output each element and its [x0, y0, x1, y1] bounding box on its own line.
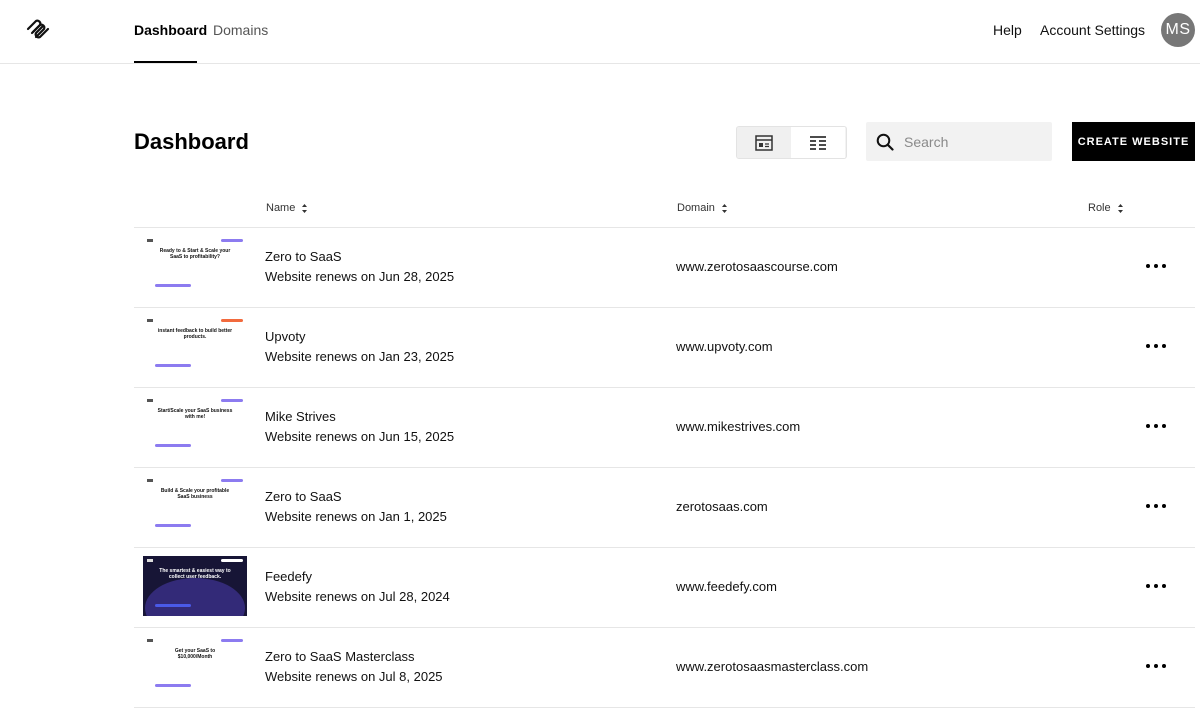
- more-dot: [1146, 344, 1150, 348]
- website-name[interactable]: Mike Strives: [265, 409, 336, 425]
- more-dot: [1146, 504, 1150, 508]
- thumbnail-headline: Build & Scale your profitable SaaS busin…: [160, 488, 230, 500]
- column-header-role[interactable]: Role: [1088, 202, 1124, 215]
- more-dot: [1162, 264, 1166, 268]
- column-header-domain[interactable]: Domain: [677, 202, 728, 215]
- table-row[interactable]: The smartest & easiest way to collect us…: [134, 548, 1195, 628]
- renewal-date: Website renews on Jun 15, 2025: [265, 429, 455, 444]
- website-name[interactable]: Upvoty: [265, 329, 305, 345]
- help-link[interactable]: Help: [993, 21, 1022, 39]
- column-header-label: Role: [1088, 202, 1111, 214]
- website-domain: zerotosaas.com: [676, 499, 768, 514]
- more-dot: [1162, 664, 1166, 668]
- search-box: [866, 122, 1052, 161]
- website-domain: www.zerotosaasmasterclass.com: [676, 659, 869, 674]
- squarespace-logo-icon[interactable]: [24, 17, 52, 41]
- renewal-date: Website renews on Jan 1, 2025: [265, 509, 447, 524]
- sort-icon: [721, 204, 727, 213]
- website-domain: www.feedefy.com: [676, 579, 777, 594]
- renewal-date: Website renews on Jun 28, 2025: [265, 269, 455, 284]
- active-tab-indicator: [134, 61, 197, 63]
- sort-icon: [1117, 204, 1123, 213]
- thumbnail-preview: [143, 476, 247, 536]
- more-dot: [1162, 584, 1166, 588]
- table-row[interactable]: Start/Scale your SaaS business with me! M…: [134, 388, 1195, 468]
- thumbnail-preview: [143, 556, 247, 616]
- renewal-date: Website renews on Jan 23, 2025: [265, 349, 455, 364]
- thumbnail-preview: [143, 236, 247, 296]
- website-thumbnail[interactable]: Build & Scale your profitable SaaS busin…: [143, 476, 247, 536]
- more-dot: [1146, 664, 1150, 668]
- more-dot: [1154, 424, 1158, 428]
- more-dot: [1154, 664, 1158, 668]
- more-dot: [1162, 424, 1166, 428]
- column-header-name[interactable]: Name: [266, 202, 308, 215]
- thumbnail-preview: [143, 396, 247, 456]
- more-dot: [1154, 344, 1158, 348]
- more-dot: [1146, 584, 1150, 588]
- table-row[interactable]: Get your SaaS to $10,000/Month Zero to Sa…: [134, 628, 1195, 708]
- renewal-date: Website renews on Jul 8, 2025: [265, 669, 443, 684]
- more-options-icon[interactable]: [1144, 415, 1168, 435]
- more-dot: [1146, 264, 1150, 268]
- website-name[interactable]: Zero to SaaS Masterclass: [265, 649, 415, 665]
- search-input[interactable]: [904, 122, 1044, 161]
- thumbnail-preview: [143, 636, 247, 696]
- top-navigation: Dashboard Domains Help Account Settings …: [0, 0, 1200, 64]
- more-options-icon[interactable]: [1144, 655, 1168, 675]
- more-options-icon[interactable]: [1144, 335, 1168, 355]
- thumbnail-headline: Ready to & Start & Scale your SaaS to pr…: [159, 248, 231, 260]
- website-thumbnail[interactable]: Get your SaaS to $10,000/Month: [143, 636, 247, 696]
- view-toggle: [736, 126, 847, 159]
- website-thumbnail[interactable]: Ready to & Start & Scale your SaaS to pr…: [143, 236, 247, 296]
- website-name[interactable]: Feedefy: [265, 569, 312, 585]
- account-settings-link[interactable]: Account Settings: [1040, 21, 1145, 39]
- table-row[interactable]: Ready to & Start & Scale your SaaS to pr…: [134, 228, 1195, 308]
- more-dot: [1154, 264, 1158, 268]
- more-options-icon[interactable]: [1144, 255, 1168, 275]
- thumbnail-headline: Start/Scale your SaaS business with me!: [157, 408, 233, 420]
- thumbnail-headline: Get your SaaS to $10,000/Month: [174, 648, 216, 660]
- website-name[interactable]: Zero to SaaS: [265, 489, 342, 505]
- thumbnail-preview: [143, 316, 247, 376]
- column-header-label: Name: [266, 202, 296, 214]
- renewal-date: Website renews on Jul 28, 2024: [265, 589, 450, 604]
- more-options-icon[interactable]: [1144, 575, 1168, 595]
- search-icon: [876, 133, 894, 151]
- grid-view-button[interactable]: [737, 127, 791, 158]
- website-domain: www.mikestrives.com: [676, 419, 801, 434]
- more-dot: [1154, 584, 1158, 588]
- website-domain: www.upvoty.com: [676, 339, 773, 354]
- create-website-button[interactable]: CREATE WEBSITE: [1072, 122, 1195, 161]
- table-row[interactable]: Build & Scale your profitable SaaS busin…: [134, 468, 1195, 548]
- more-dot: [1162, 504, 1166, 508]
- thumbnail-headline: The smartest & easiest way to collect us…: [159, 568, 231, 580]
- more-dot: [1154, 504, 1158, 508]
- website-thumbnail[interactable]: instant feedback to build better product…: [143, 316, 247, 376]
- table-row[interactable]: instant feedback to build better product…: [134, 308, 1195, 388]
- list-view-icon: [810, 135, 826, 150]
- more-dot: [1162, 344, 1166, 348]
- website-domain: www.zerotosaascourse.com: [676, 259, 838, 274]
- column-header-label: Domain: [677, 202, 715, 214]
- avatar[interactable]: MS: [1161, 13, 1195, 47]
- more-dot: [1146, 424, 1150, 428]
- sort-icon: [302, 204, 308, 213]
- tab-dashboard[interactable]: Dashboard: [134, 21, 207, 39]
- tab-domains[interactable]: Domains: [213, 21, 268, 39]
- list-view-button[interactable]: [791, 127, 845, 158]
- website-name[interactable]: Zero to SaaS: [265, 249, 342, 265]
- website-thumbnail[interactable]: The smartest & easiest way to collect us…: [143, 556, 247, 616]
- website-thumbnail[interactable]: Start/Scale your SaaS business with me!: [143, 396, 247, 456]
- thumbnail-headline: instant feedback to build better product…: [157, 328, 233, 340]
- page-title: Dashboard: [134, 129, 249, 154]
- more-options-icon[interactable]: [1144, 495, 1168, 515]
- grid-view-icon: [755, 134, 773, 151]
